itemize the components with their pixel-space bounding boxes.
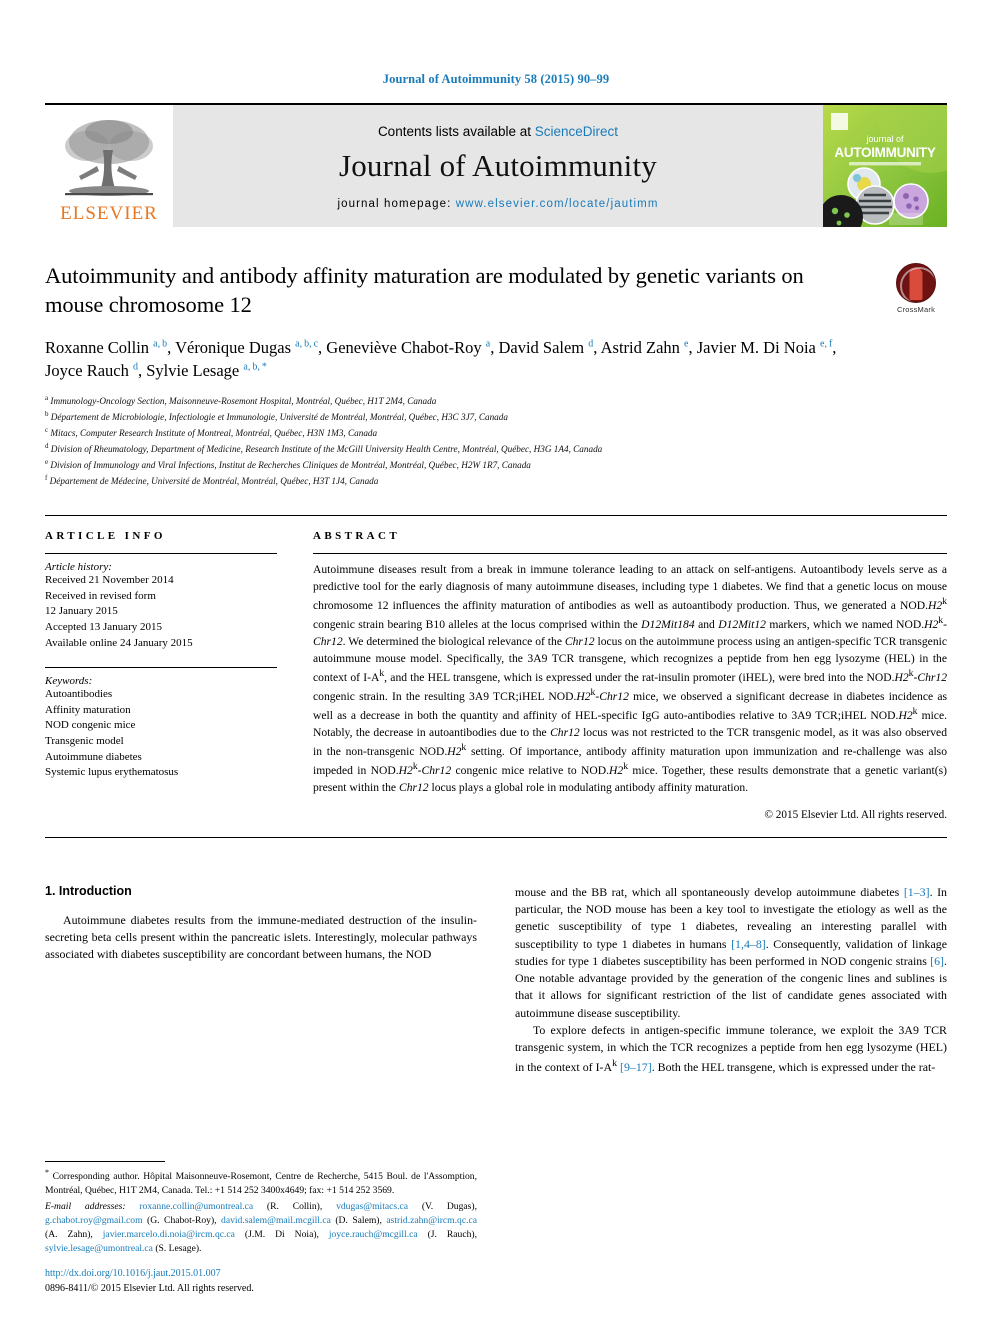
email-addresses-note: E-mail addresses: roxanne.collin@umontre… <box>45 1201 477 1254</box>
elsevier-wordmark: ELSEVIER <box>60 203 158 224</box>
affiliation-item: e Division of Immunology and Viral Infec… <box>45 458 531 471</box>
abstract-rule <box>313 553 947 555</box>
keyword-item: Affinity maturation <box>45 703 131 716</box>
crossmark-badge-group[interactable]: CrossMark <box>885 263 947 314</box>
article-history-item: Received 21 November 2014 <box>45 574 174 587</box>
corresponding-author-note: * Corresponding author. Hôpital Maisonne… <box>45 1167 477 1196</box>
abstract-body: Autoimmune diseases result from a break … <box>313 563 947 794</box>
author-list: Roxanne Collin a, b, Véronique Dugas a, … <box>45 337 837 381</box>
journal-title: Journal of Autoimmunity <box>338 148 658 183</box>
article-history-item: Accepted 13 January 2015 <box>45 620 162 633</box>
masthead-center: Contents lists available at ScienceDirec… <box>173 105 823 227</box>
body-column-left: 1. Introduction Autoimmune diabetes resu… <box>45 884 477 1296</box>
affiliation-item: c Mitacs, Computer Research Institute of… <box>45 426 378 439</box>
keyword-item: Autoantibodies <box>45 688 113 701</box>
doi-block: http://dx.doi.org/10.1016/j.jaut.2015.01… <box>45 1266 477 1296</box>
elsevier-logo: ELSEVIER <box>45 105 173 227</box>
crossmark-label: CrossMark <box>896 305 936 314</box>
crossmark-icon <box>896 263 936 303</box>
article-history-list: Received 21 November 2014 Received in rev… <box>45 573 277 651</box>
keyword-item: NOD congenic mice <box>45 719 136 732</box>
contents-available-line: Contents lists available at ScienceDirec… <box>378 124 618 139</box>
keyword-item: Autoimmune diabetes <box>45 750 142 763</box>
affiliation-marker: a <box>45 394 49 403</box>
keywords-label: Keywords: <box>45 675 93 688</box>
article-history-label: Article history: <box>45 561 112 574</box>
keyword-item: Systemic lupus erythematosus <box>45 766 179 779</box>
affiliation-item: a Immunology-Oncology Section, Maisonneu… <box>45 394 437 407</box>
footnote-block: * Corresponding author. Hôpital Maisonne… <box>45 1160 477 1296</box>
elsevier-tree-icon <box>57 116 161 202</box>
abstract-copyright: © 2015 Elsevier Ltd. All rights reserved… <box>764 808 948 821</box>
intro-paragraph-right-2: To explore defects in antigen-specific i… <box>515 1023 947 1074</box>
sciencedirect-link[interactable]: ScienceDirect <box>535 124 618 139</box>
running-head: Journal of Autoimmunity 58 (2015) 90–99 <box>382 72 610 86</box>
article-info-rule <box>45 553 277 555</box>
svg-text:AUTOIMMUNITY: AUTOIMMUNITY <box>834 145 935 160</box>
journal-cover-thumbnail: journal of AUTOIMMUNITY <box>823 105 947 227</box>
affiliation-list: a Immunology-Oncology Section, Maisonneu… <box>45 393 837 489</box>
intro-paragraph-right-1: mouse and the BB rat, which all spontane… <box>515 884 947 1020</box>
svg-text:journal of: journal of <box>865 134 904 144</box>
affiliation-marker: b <box>45 410 49 419</box>
affiliation-item: d Division of Rheumatology, Department o… <box>45 442 603 455</box>
intro-paragraph-left: Autoimmune diabetes results from the imm… <box>45 912 477 962</box>
keywords-block: Keywords: Autoantibodies Affinity maturat… <box>45 667 277 781</box>
homepage-url-link[interactable]: www.elsevier.com/locate/jautimm <box>456 198 659 210</box>
title-block: CrossMark Autoimmunity and antibody affi… <box>45 261 947 489</box>
abstract-heading: ABSTRACT <box>313 530 401 543</box>
body-column-right: mouse and the BB rat, which all spontane… <box>515 884 947 1296</box>
article-history-item: Available online 24 January 2015 <box>45 636 193 649</box>
abstract-column: ABSTRACT Autoimmune diseases result from… <box>313 530 948 821</box>
keywords-list: Autoantibodies Affinity maturation NOD con… <box>45 687 277 781</box>
article-history-item: Received in revised form <box>45 589 156 602</box>
affiliation-marker: c <box>45 426 49 435</box>
info-abstract-band: ARTICLE INFO Article history: Received 2… <box>45 515 948 838</box>
page-title: Autoimmunity and antibody affinity matur… <box>45 263 804 318</box>
doi-link[interactable]: http://dx.doi.org/10.1016/j.jaut.2015.01… <box>45 1266 477 1281</box>
journal-homepage-line: journal homepage: www.elsevier.com/locat… <box>337 198 658 210</box>
keyword-item: Transgenic model <box>45 735 124 748</box>
article-history-item: 12 January 2015 <box>45 605 118 618</box>
section-title-introduction: 1. Introduction <box>45 883 132 898</box>
keywords-rule <box>45 667 277 669</box>
affiliation-marker: d <box>45 442 49 451</box>
homepage-prefix: journal homepage: <box>337 198 456 210</box>
journal-masthead: ELSEVIER Contents lists available at Sci… <box>45 103 947 227</box>
article-info-heading: ARTICLE INFO <box>45 530 166 543</box>
article-info-column: ARTICLE INFO Article history: Received 2… <box>45 530 277 820</box>
affiliation-item: b Département de Microbiologie, Infectio… <box>45 410 508 423</box>
footnote-rule <box>45 1160 165 1162</box>
article-page: Journal of Autoimmunity 58 (2015) 90–99 <box>0 0 992 1323</box>
contents-prefix: Contents lists available at <box>377 124 535 139</box>
body-columns: 1. Introduction Autoimmune diabetes resu… <box>45 884 947 1296</box>
issn-copyright: 0896-8411/© 2015 Elsevier Ltd. All right… <box>45 1282 254 1294</box>
affiliation-marker: e <box>45 458 49 467</box>
affiliation-item: f Département de Médecine, Université de… <box>45 474 379 487</box>
affiliation-marker: f <box>45 474 48 483</box>
